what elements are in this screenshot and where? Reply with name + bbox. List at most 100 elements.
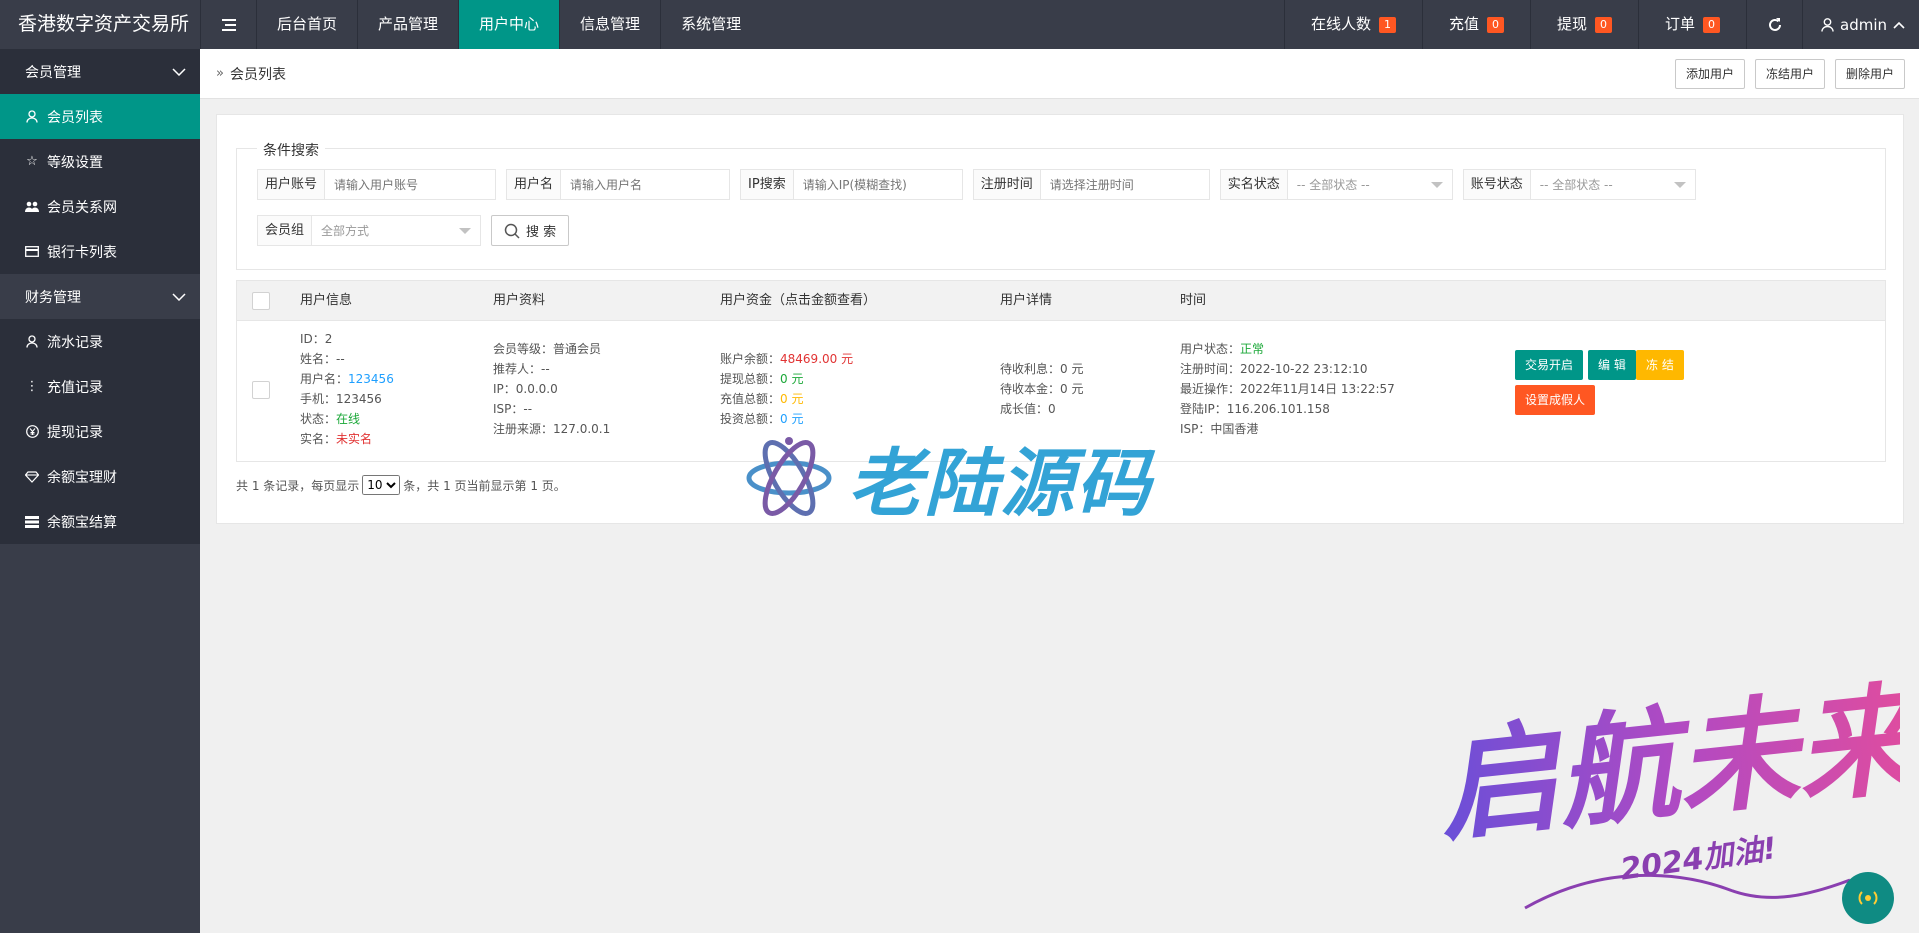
account-status-select[interactable]: -- 全部状态 --: [1530, 170, 1695, 199]
delete-user-button[interactable]: 删除用户: [1834, 58, 1905, 89]
withdraw-badge: 0: [1594, 16, 1612, 33]
sidebar: 会员管理 会员列表 ☆ 等级设置 会员关系网 银行卡列表 财务管理 流水记录 ⋮…: [0, 49, 200, 933]
caret-down-icon: [1430, 181, 1443, 188]
online-status: 在线: [336, 412, 361, 426]
sidebar-item-yuebao-settle[interactable]: 余额宝结算: [0, 499, 200, 544]
trade-enable-button[interactable]: 交易开启: [1515, 350, 1584, 380]
member-group-select[interactable]: 全部方式: [312, 216, 481, 245]
recharge-total: 充值总额：0 元: [720, 392, 804, 406]
sidebar-item-bank-cards[interactable]: 银行卡列表: [0, 229, 200, 274]
hamburger-icon[interactable]: [200, 0, 256, 49]
realname-value: -- 全部状态 --: [1296, 178, 1370, 192]
ip-input[interactable]: [793, 170, 962, 199]
atom-logo-icon: [746, 436, 832, 516]
sidebar-item-member-list[interactable]: 会员列表: [0, 94, 200, 139]
chat-float-button[interactable]: [1842, 872, 1894, 924]
recharge-label: 充值: [1448, 15, 1479, 33]
nav-info[interactable]: 信息管理: [559, 0, 660, 49]
signal-icon: [1858, 891, 1878, 905]
app-title: 香港数字资产交易所: [18, 13, 190, 35]
nav-system[interactable]: 系统管理: [660, 0, 761, 49]
sidebar-item-relations[interactable]: 会员关系网: [0, 184, 200, 229]
search-button-label: 搜 索: [526, 225, 557, 240]
member-group-value: 全部方式: [321, 224, 370, 238]
user-profile-cell: 会员等级：普通会员 推荐人：-- IP：0.0.0.0 ISP：-- 注册来源：…: [493, 339, 610, 439]
breadcrumb: » 会员列表 添加用户 冻结用户 删除用户: [200, 49, 1919, 99]
isp-region: ISP：中国香港: [1180, 422, 1259, 436]
reg-time: 注册时间：2022-10-22 23:12:10: [1180, 362, 1368, 376]
account-status-value: 正常: [1240, 342, 1265, 356]
last-operation: 最近操作：2022年11月14日 13:22:57: [1180, 382, 1395, 396]
reg-time-input[interactable]: [1040, 170, 1209, 199]
sidebar-group-label: 会员管理: [25, 64, 81, 81]
search-fieldset: 条件搜索 用户账号 用户名 IP搜索 注册时间 实名状态 -- 全部状态: [236, 140, 1886, 270]
withdraw-count[interactable]: 提现 0: [1529, 0, 1638, 49]
admin-menu[interactable]: admin: [1802, 0, 1919, 49]
nav-products[interactable]: 产品管理: [357, 0, 458, 49]
search-icon: [504, 223, 520, 239]
slogan-watermark: 启航未来 2024加油!: [1432, 670, 1900, 910]
nav-home[interactable]: 后台首页: [256, 0, 357, 49]
sidebar-item-label: 会员关系网: [47, 199, 117, 216]
username-filter: 用户名: [506, 169, 731, 200]
add-user-button[interactable]: 添加用户: [1674, 58, 1745, 89]
breadcrumb-current: 会员列表: [229, 66, 286, 83]
freeze-button[interactable]: 冻 结: [1636, 350, 1684, 380]
user-info-cell: ID：2 姓名：-- 用户名：123456 手机：123456 状态：在线 实名…: [300, 329, 394, 449]
row-checkbox[interactable]: [252, 381, 270, 399]
th-user-details: 用户详情: [1000, 293, 1053, 308]
sidebar-item-label: 余额宝结算: [47, 514, 117, 531]
withdraw-label: 提现: [1556, 15, 1587, 33]
chevron-down-icon: [172, 292, 186, 301]
recharge-value[interactable]: 0 元: [780, 392, 803, 406]
user-online-status: 状态：在线: [300, 412, 361, 426]
sidebar-item-label: 流水记录: [47, 334, 103, 351]
order-badge: 0: [1703, 16, 1720, 33]
slogan-text: 启航未来: [1432, 670, 1900, 859]
recharge-count[interactable]: 充值 0: [1421, 0, 1530, 49]
user-icon: [25, 110, 39, 123]
slogan-swoosh: [1524, 873, 1851, 910]
admin-name: admin: [1840, 15, 1887, 34]
recharge-badge: 0: [1486, 16, 1504, 33]
online-count[interactable]: 在线人数 1: [1283, 0, 1422, 49]
user-surname: 姓名：--: [300, 352, 345, 366]
sidebar-group-finance[interactable]: 财务管理: [0, 274, 200, 319]
referrer: 推荐人：--: [493, 362, 550, 376]
nav-user-center[interactable]: 用户中心: [458, 0, 560, 49]
balance-value[interactable]: 48469.00 元: [780, 352, 853, 366]
sidebar-group-members[interactable]: 会员管理: [0, 49, 200, 94]
reg-time-label: 注册时间: [973, 170, 1041, 199]
edit-button[interactable]: 编 辑: [1588, 350, 1636, 380]
sidebar-item-label: 会员列表: [47, 109, 103, 126]
search-legend: 条件搜索: [257, 140, 325, 160]
realname-select[interactable]: -- 全部状态 --: [1287, 170, 1452, 199]
sidebar-item-transactions[interactable]: 流水记录: [0, 319, 200, 364]
yen-icon: [25, 425, 39, 438]
growth-value: 成长值：0: [1000, 402, 1056, 416]
withdraw-value[interactable]: 0 元: [780, 372, 803, 386]
user-ip: IP：0.0.0.0: [493, 382, 558, 396]
username-input[interactable]: [561, 170, 730, 199]
reg-source: 注册来源：127.0.0.1: [493, 422, 611, 436]
search-button[interactable]: 搜 索: [491, 215, 570, 246]
sidebar-item-recharge[interactable]: ⋮ 充值记录: [0, 364, 200, 409]
card-icon: [25, 246, 39, 257]
sidebar-item-yuebao[interactable]: 余额宝理财: [0, 454, 200, 499]
account-input[interactable]: [325, 170, 496, 199]
pagination: 共 1 条记录，每页显示 10 条，共 1 页当前显示第 1 页。: [236, 475, 566, 495]
slogan-sub-text: 2024加油!: [1618, 831, 1779, 888]
user-id: ID：2: [300, 332, 333, 346]
freeze-user-button[interactable]: 冻结用户: [1754, 58, 1825, 89]
th-user-funds: 用户资金（点击金额查看）: [720, 293, 877, 308]
sidebar-item-withdraw[interactable]: 提现记录: [0, 409, 200, 454]
per-page-select[interactable]: 10: [362, 475, 401, 495]
username-link[interactable]: 123456: [348, 372, 394, 386]
sidebar-item-levels[interactable]: ☆ 等级设置: [0, 139, 200, 184]
set-fake-user-button[interactable]: 设置成假人: [1515, 385, 1596, 415]
order-count[interactable]: 订单 0: [1637, 0, 1746, 49]
select-all-checkbox[interactable]: [252, 292, 270, 310]
refresh-icon[interactable]: [1746, 0, 1802, 49]
sidebar-item-label: 等级设置: [47, 154, 103, 171]
realname-filter: 实名状态 -- 全部状态 --: [1219, 169, 1453, 200]
